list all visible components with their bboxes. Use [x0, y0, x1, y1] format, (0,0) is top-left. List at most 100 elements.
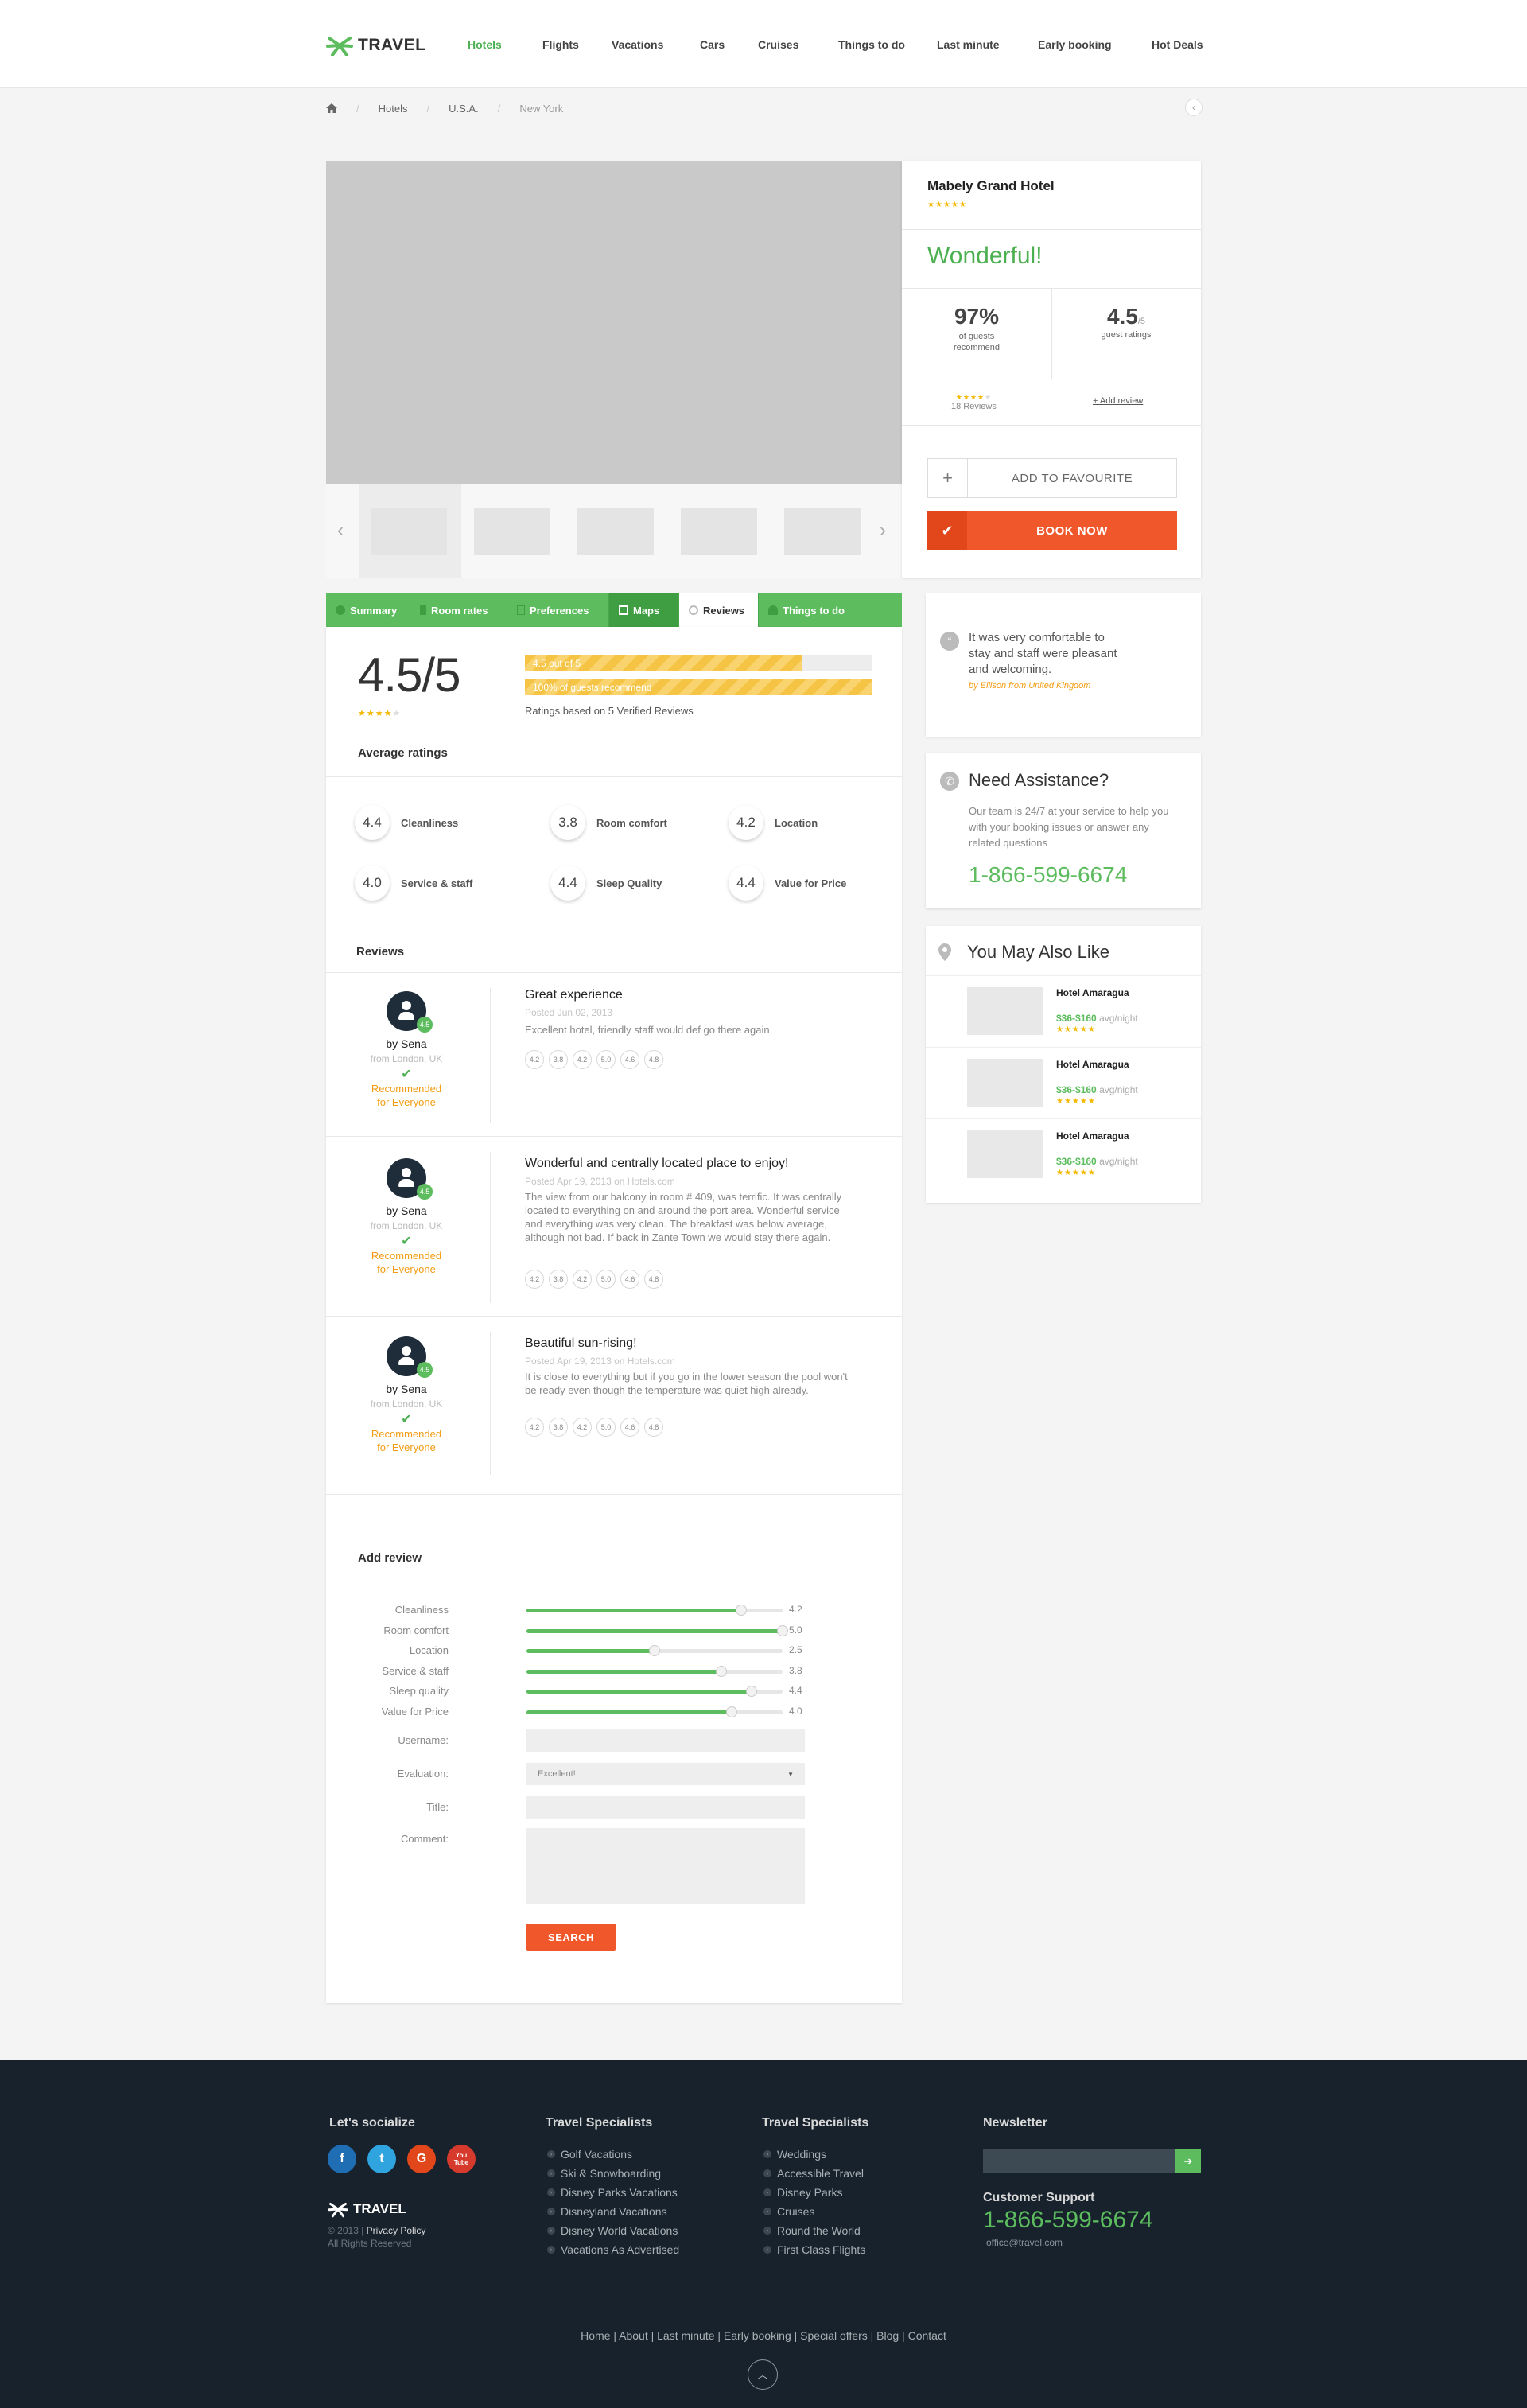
nav-hot-deals[interactable]: Hot Deals — [1152, 38, 1203, 51]
slider-track[interactable] — [526, 1624, 788, 1636]
rating-slider[interactable]: Sleep quality 4.4 — [326, 1683, 902, 1699]
rating-slider[interactable]: Service & staff 3.8 — [326, 1663, 902, 1679]
reviewer-origin: from London, UK — [370, 1399, 443, 1410]
avg-label: Value for Price — [775, 877, 847, 889]
footer-link[interactable]: › Disney Parks Vacations — [547, 2183, 679, 2202]
recommend-bar: 100% of guests recommend — [525, 679, 872, 695]
username-input[interactable] — [526, 1729, 805, 1752]
tab-summary[interactable]: Summary — [326, 593, 410, 627]
support-phone[interactable]: 1-866-599-6674 — [983, 2207, 1153, 2234]
slider-track[interactable] — [526, 1706, 783, 1717]
submit-review-button[interactable]: SEARCH — [526, 1924, 616, 1951]
copyright: © 2013 | Privacy Policy All Rights Reser… — [328, 2225, 426, 2249]
rating-slider[interactable]: Room comfort 5.0 — [326, 1623, 902, 1639]
nav-flights[interactable]: Flights — [542, 38, 579, 51]
prev-arrow-icon[interactable]: ‹ — [337, 519, 344, 542]
next-arrow-icon[interactable]: › — [880, 519, 886, 542]
footer-logo[interactable]: TRAVEL — [328, 2200, 406, 2218]
footer-link[interactable]: › Ski & Snowboarding — [547, 2164, 679, 2183]
newsletter-input[interactable] — [983, 2149, 1175, 2173]
add-to-favourite-button[interactable]: + ADD TO FAVOURITE — [927, 458, 1177, 498]
rating-slider[interactable]: Value for Price 4.0 — [326, 1704, 902, 1720]
chevron-right-icon: › — [547, 2246, 555, 2254]
twitter-icon[interactable]: t — [367, 2145, 396, 2173]
home-icon[interactable] — [326, 103, 337, 113]
footer-link[interactable]: › Vacations As Advertised — [547, 2240, 679, 2259]
support-title: Customer Support — [983, 2191, 1095, 2204]
breadcrumb-usa[interactable]: U.S.A. — [449, 103, 479, 115]
avg-label: Service & staff — [401, 877, 473, 889]
also-like-item[interactable]: Hotel Amaragua $36-$160 avg/night ★★★★★ — [926, 1118, 1201, 1190]
footer-link[interactable]: › First Class Flights — [764, 2240, 865, 2259]
thumbnail[interactable] — [784, 508, 861, 555]
support-email[interactable]: office@travel.com — [986, 2237, 1063, 2248]
also-like-title: You May Also Like — [967, 942, 1109, 962]
assistance-phone[interactable]: 1-866-599-6674 — [969, 862, 1127, 888]
slider-label: Location — [409, 1644, 449, 1656]
slider-handle[interactable] — [777, 1624, 788, 1636]
nav-early-booking[interactable]: Early booking — [1038, 38, 1112, 51]
footer-link[interactable]: › Accessible Travel — [764, 2164, 865, 2183]
breadcrumb-hotels[interactable]: Hotels — [379, 103, 408, 115]
hotel-summary-card: Mabely Grand Hotel ★★★★★ Wonderful! 97% … — [902, 161, 1201, 578]
newsletter-submit-button[interactable]: ➔ — [1175, 2149, 1201, 2173]
also-like-item[interactable]: Hotel Amaragua $36-$160 avg/night ★★★★★ — [926, 1047, 1201, 1118]
tab-things-to-do[interactable]: Things to do — [759, 593, 857, 627]
nav-hotels[interactable]: Hotels — [468, 38, 502, 51]
google-plus-icon[interactable]: G — [407, 2145, 436, 2173]
footer-link[interactable]: › Golf Vacations — [547, 2145, 679, 2164]
footer-link[interactable]: › Disneyland Vacations — [547, 2202, 679, 2221]
rating-slider[interactable]: Location 2.5 — [326, 1643, 902, 1659]
slider-track[interactable] — [526, 1605, 783, 1616]
slider-handle[interactable] — [746, 1686, 758, 1697]
slider-track[interactable] — [526, 1686, 783, 1697]
thumbnail[interactable] — [371, 508, 447, 555]
footer-link[interactable]: › Round the World — [764, 2221, 865, 2240]
also-like-item[interactable]: Hotel Amaragua $36-$160 avg/night ★★★★★ — [926, 975, 1201, 1047]
nav-last-minute[interactable]: Last minute — [937, 38, 1000, 51]
add-review-link[interactable]: + Add review — [1093, 396, 1143, 406]
slider-handle[interactable] — [715, 1665, 727, 1677]
footer-links[interactable]: Home | About | Last minute | Early booki… — [0, 2329, 1527, 2342]
nav-vacations[interactable]: Vacations — [612, 38, 663, 51]
book-now-button[interactable]: ✔ BOOK NOW — [927, 511, 1177, 550]
comment-textarea[interactable] — [526, 1828, 805, 1904]
slider-track[interactable] — [526, 1645, 783, 1656]
scroll-top-icon[interactable]: ︿ — [748, 2359, 778, 2390]
evaluation-select[interactable]: Excellent! ▼ — [526, 1763, 805, 1785]
footer-link[interactable]: › Cruises — [764, 2202, 865, 2221]
slider-value: 5.0 — [789, 1624, 802, 1636]
avg-label: Cleanliness — [401, 816, 459, 829]
nav-cruises[interactable]: Cruises — [758, 38, 798, 51]
slider-handle[interactable] — [736, 1605, 748, 1616]
title-input[interactable] — [526, 1796, 805, 1819]
tab-room-rates[interactable]: Room rates — [410, 593, 507, 627]
review-badge: 4.5 — [417, 1362, 433, 1378]
footer-link[interactable]: › Disney Parks — [764, 2183, 865, 2202]
privacy-policy-link[interactable]: Privacy Policy — [367, 2225, 426, 2236]
nav-things-to-do[interactable]: Things to do — [838, 38, 905, 51]
back-arrow-icon[interactable]: ‹ — [1185, 99, 1203, 116]
nav-cars[interactable]: Cars — [700, 38, 725, 51]
tab-label: Room rates — [431, 604, 488, 617]
reviewer-name: by Sena — [386, 1383, 427, 1395]
chevron-right-icon: › — [547, 2169, 555, 2177]
tab-maps[interactable]: Maps — [609, 593, 679, 627]
score-chip: 3.8 — [549, 1050, 568, 1069]
thumbnail[interactable] — [681, 508, 757, 555]
thumbnail[interactable] — [577, 508, 654, 555]
avg-score: 4.4 — [355, 805, 390, 840]
footer-link[interactable]: › Disney World Vacations — [547, 2221, 679, 2240]
rating-slider[interactable]: Cleanliness 4.2 — [326, 1602, 902, 1618]
footer-link[interactable]: › Weddings — [764, 2145, 865, 2164]
youtube-icon[interactable]: You Tube — [447, 2145, 476, 2173]
slider-handle[interactable] — [725, 1706, 737, 1717]
slider-handle[interactable] — [649, 1645, 660, 1656]
slider-track[interactable] — [526, 1665, 783, 1677]
reviewer-origin: from London, UK — [370, 1220, 443, 1231]
tab-reviews[interactable]: Reviews — [679, 593, 759, 627]
tab-preferences[interactable]: Preferences — [507, 593, 609, 627]
review-date: Posted Apr 19, 2013 on Hotels.com — [525, 1356, 675, 1367]
facebook-icon[interactable]: f — [328, 2145, 356, 2173]
thumbnail[interactable] — [474, 508, 550, 555]
